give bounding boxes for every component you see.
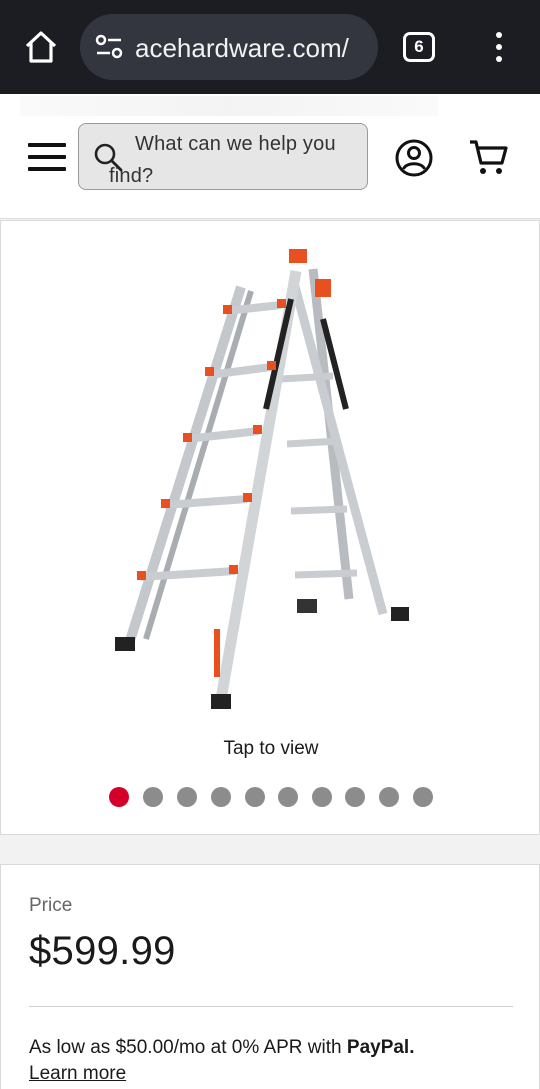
cart-icon[interactable] — [468, 138, 510, 176]
tab-switcher-button[interactable]: 6 — [403, 32, 435, 62]
price-label: Price — [29, 895, 73, 916]
price-value: $599.99 — [29, 929, 176, 973]
carousel-dot[interactable] — [143, 787, 163, 807]
promo-strip — [20, 96, 438, 116]
browser-toolbar: acehardware.com/ 6 — [0, 0, 540, 94]
carousel-dot[interactable] — [278, 787, 298, 807]
financing-prefix: As low as $50.00/mo at 0% APR with — [29, 1037, 342, 1058]
tap-to-view-label[interactable]: Tap to view — [1, 738, 540, 760]
product-image[interactable] — [101, 239, 441, 709]
tune-icon[interactable] — [95, 34, 123, 60]
carousel-dot[interactable] — [413, 787, 433, 807]
carousel-dot-active[interactable] — [109, 787, 129, 807]
home-icon[interactable] — [22, 28, 60, 66]
search-placeholder: What can we help you find? — [109, 133, 336, 187]
carousel-dot[interactable] — [245, 787, 265, 807]
product-image-card: Tap to view — [0, 220, 540, 835]
url-text[interactable]: acehardware.com/ — [135, 32, 365, 64]
address-bar[interactable]: acehardware.com/ — [80, 14, 378, 80]
carousel-dot[interactable] — [345, 787, 365, 807]
menu-icon[interactable] — [484, 28, 514, 66]
price-card: Price $599.99 As low as $50.00/mo at 0% … — [0, 864, 540, 1089]
image-carousel-dots — [109, 787, 439, 809]
site-header: What can we help you find? — [0, 94, 540, 219]
carousel-dot[interactable] — [312, 787, 332, 807]
account-icon[interactable] — [394, 138, 434, 178]
divider — [29, 1006, 513, 1007]
learn-more-link[interactable]: Learn more — [29, 1063, 126, 1085]
paypal-brand: PayPal. — [346, 1037, 415, 1058]
hamburger-icon[interactable] — [28, 140, 68, 174]
carousel-dot[interactable] — [211, 787, 231, 807]
search-input[interactable]: What can we help you find? — [78, 123, 368, 190]
carousel-dot[interactable] — [177, 787, 197, 807]
financing-text: As low as $50.00/mo at 0% APR with PayPa… — [29, 1037, 415, 1059]
carousel-dot[interactable] — [379, 787, 399, 807]
